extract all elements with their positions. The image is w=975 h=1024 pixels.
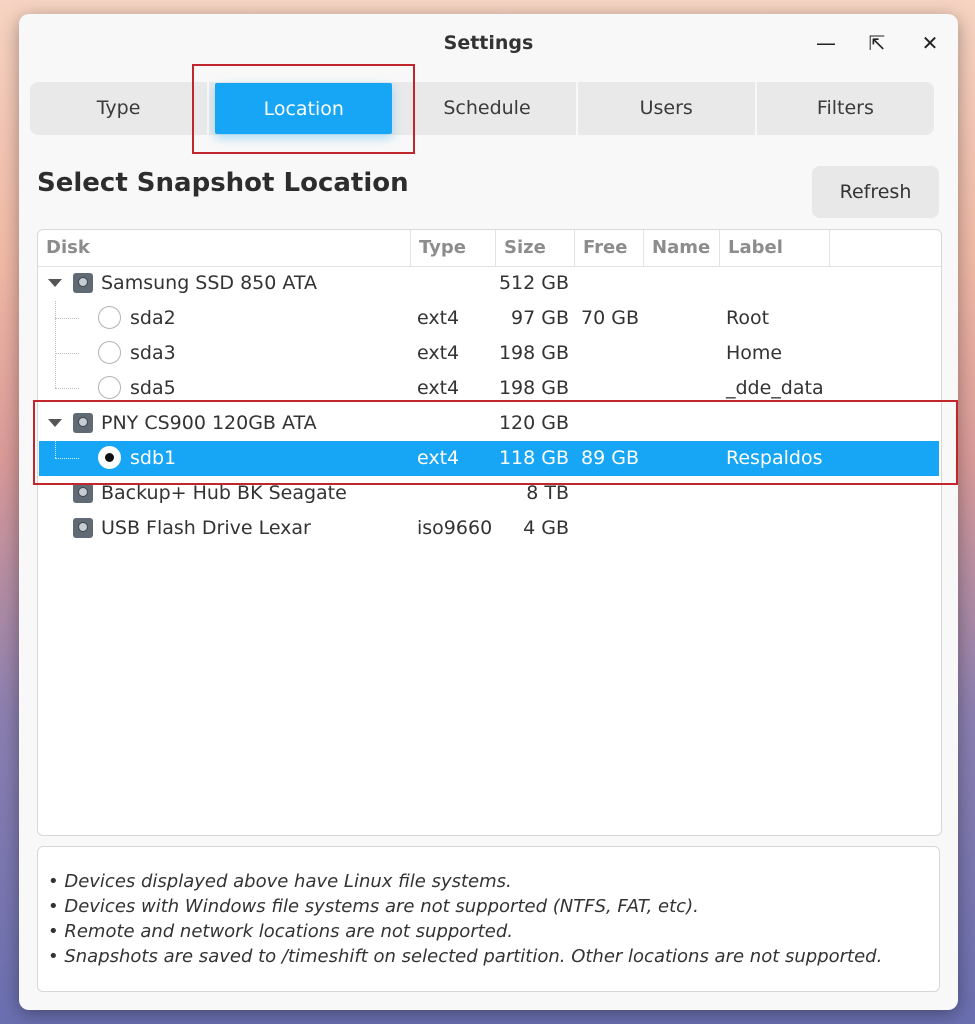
tab-type[interactable]: Type	[30, 82, 210, 135]
column-name[interactable]: Name	[644, 230, 720, 266]
partition-row[interactable]: sda2 ext4 97 GB 70 GB Root	[38, 301, 941, 336]
disk-type: iso9660	[417, 517, 493, 539]
partition-size: 97 GB	[511, 307, 569, 329]
partition-label: Root	[726, 307, 770, 329]
tab-schedule[interactable]: Schedule	[398, 82, 578, 135]
disk-name: USB Flash Drive Lexar	[101, 517, 311, 539]
radio-button[interactable]	[98, 376, 121, 399]
tab-filters[interactable]: Filters	[757, 82, 934, 135]
drive-icon	[73, 483, 93, 503]
radio-button[interactable]	[98, 341, 121, 364]
partition-name: sda2	[130, 307, 176, 329]
note-line: • Snapshots are saved to /timeshift on s…	[48, 946, 883, 967]
highlight-box-location-tab	[192, 64, 415, 154]
disk-row[interactable]: Samsung SSD 850 ATA 512 GB	[38, 266, 941, 301]
partition-free: 70 GB	[581, 307, 639, 329]
tree-branch	[55, 353, 79, 354]
disk-size: 512 GB	[498, 272, 569, 294]
tree-branch	[55, 318, 79, 319]
drive-icon	[73, 273, 93, 293]
note-line: • Remote and network locations are not s…	[48, 921, 514, 942]
note-line: • Devices displayed above have Linux fil…	[48, 871, 512, 892]
disk-name: Samsung SSD 850 ATA	[101, 272, 318, 294]
column-size[interactable]: Size	[496, 230, 575, 266]
radio-button[interactable]	[98, 306, 121, 329]
settings-window: Settings — ⇱ ✕ Type Location Schedule Us…	[19, 14, 958, 1010]
note-line: • Devices with Windows file systems are …	[48, 896, 699, 917]
column-type[interactable]: Type	[411, 230, 496, 266]
refresh-button[interactable]: Refresh	[812, 166, 939, 218]
drive-icon	[73, 518, 93, 538]
partition-type: ext4	[417, 307, 460, 329]
tab-bar: Type Location Schedule Users Filters	[30, 82, 934, 135]
column-label[interactable]: Label	[720, 230, 830, 266]
expander-arrow-icon[interactable]	[48, 279, 62, 287]
maximize-icon[interactable]: ⇱	[862, 28, 892, 58]
partition-name: sda3	[130, 342, 176, 364]
column-disk[interactable]: Disk	[38, 230, 411, 266]
minimize-icon[interactable]: —	[811, 28, 841, 58]
list-header: Disk Type Size Free Name Label	[38, 230, 941, 267]
partition-type: ext4	[417, 342, 460, 364]
disk-row[interactable]: USB Flash Drive Lexar iso9660 4 GB	[38, 511, 941, 546]
disk-list: Disk Type Size Free Name Label Samsung S…	[37, 229, 942, 836]
column-free[interactable]: Free	[575, 230, 644, 266]
partition-label: Home	[726, 342, 783, 364]
info-notes: • Devices displayed above have Linux fil…	[37, 846, 940, 992]
partition-row[interactable]: sda3 ext4 198 GB Home	[38, 336, 941, 371]
titlebar: Settings — ⇱ ✕	[19, 14, 958, 72]
partition-size: 198 GB	[498, 342, 569, 364]
tree-branch	[55, 388, 79, 389]
tab-users[interactable]: Users	[578, 82, 757, 135]
disk-size: 4 GB	[523, 517, 569, 539]
highlight-box-selected-partition	[33, 400, 958, 485]
close-icon[interactable]: ✕	[915, 28, 945, 58]
page-title: Select Snapshot Location	[37, 168, 409, 198]
